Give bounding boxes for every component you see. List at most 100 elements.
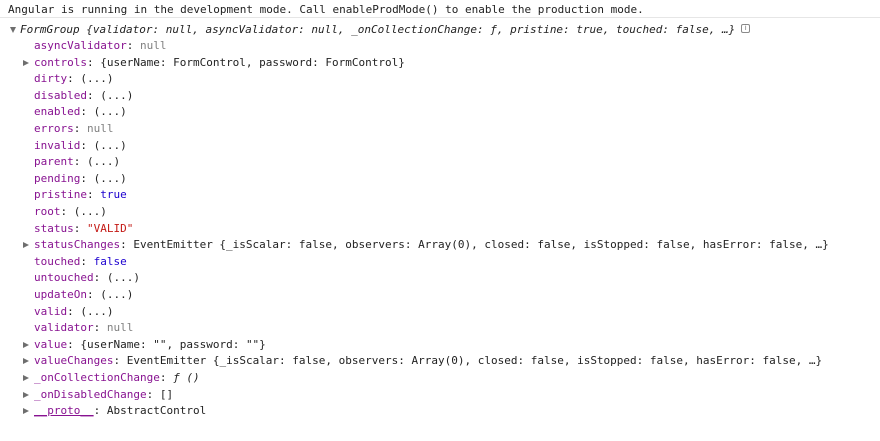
info-icon[interactable]: i <box>741 24 751 33</box>
property-line: pristine: true <box>34 188 127 201</box>
property-line: statusChanges: EventEmitter {_isScalar: … <box>34 238 829 251</box>
expand-triangle-icon[interactable] <box>23 408 29 415</box>
property-separator: : <box>93 404 107 418</box>
property-value: {userName: FormControl, password: FormCo… <box>100 55 405 69</box>
property-line: touched: false <box>34 255 127 268</box>
property-separator: : <box>73 155 87 169</box>
property-separator: : <box>73 221 87 235</box>
property-line: asyncValidator: null <box>34 39 166 52</box>
expand-triangle-icon[interactable] <box>23 59 29 66</box>
property-key: _onCollectionChange <box>34 371 160 384</box>
property-line: root: (...) <box>34 205 107 218</box>
property-separator: : <box>120 238 134 252</box>
property-line: disabled: (...) <box>34 89 133 102</box>
property-value: false <box>93 254 127 268</box>
property-key: _onDisabledChange <box>34 387 147 401</box>
property-line: errors: null <box>34 122 114 135</box>
property-separator: : <box>86 288 101 301</box>
property-line: _onDisabledChange: [] <box>34 388 173 401</box>
property-key: valid <box>34 304 68 318</box>
property-row-status: status: "VALID" <box>0 221 880 237</box>
property-line: valid: (...) <box>34 305 114 318</box>
expand-triangle-icon[interactable] <box>23 375 29 381</box>
property-row-value[interactable]: value: {userName: "", password: ""} <box>0 337 880 353</box>
property-row-oncollectionchange[interactable]: _onCollectionChange: ƒ () <box>0 370 880 386</box>
property-line: _onCollectionChange: ƒ () <box>34 371 200 384</box>
property-key: updateOn <box>34 288 87 301</box>
property-line: pending: (...) <box>34 172 127 185</box>
property-key: value <box>34 337 68 351</box>
property-separator: : <box>60 205 74 218</box>
property-value[interactable]: (...) <box>94 105 127 118</box>
property-row-validator: validator: null <box>0 320 880 336</box>
property-line: updateOn: (...) <box>34 288 133 301</box>
expand-triangle-icon[interactable] <box>23 242 29 249</box>
property-value: true <box>100 188 127 202</box>
console-panel: Angular is running in the development mo… <box>0 0 880 441</box>
property-value: null <box>106 321 134 335</box>
property-key: enabled <box>34 105 81 119</box>
property-row-proto[interactable]: __proto__: AbstractControl <box>0 403 880 419</box>
property-key: untouched <box>34 271 94 285</box>
property-key: __proto__ <box>34 404 94 418</box>
object-summary-row[interactable]: FormGroup {validator: null, asyncValidat… <box>0 21 880 38</box>
property-line: status: "VALID" <box>34 222 133 235</box>
property-separator: : <box>113 354 127 368</box>
property-separator: : <box>93 321 107 335</box>
property-value[interactable]: (...) <box>80 305 113 318</box>
property-value: ƒ () <box>173 371 200 384</box>
property-value[interactable]: (...) <box>80 72 113 85</box>
property-value[interactable]: (...) <box>94 172 127 185</box>
property-line: enabled: (...) <box>34 105 127 118</box>
property-separator: : <box>86 188 101 202</box>
property-separator: : <box>67 304 81 318</box>
property-separator: : <box>80 138 94 152</box>
property-row-pending: pending: (...) <box>0 171 880 187</box>
property-row-ondisabledchange[interactable]: _onDisabledChange: [] <box>0 387 880 403</box>
property-row-untouched: untouched: (...) <box>0 270 880 286</box>
property-value[interactable]: (...) <box>74 205 107 218</box>
property-separator: : <box>67 337 81 351</box>
property-separator: : <box>126 39 140 52</box>
property-key: disabled <box>34 88 87 102</box>
property-value: null <box>87 122 114 135</box>
property-value[interactable]: (...) <box>100 288 133 301</box>
property-row-valid: valid: (...) <box>0 304 880 320</box>
property-key: controls <box>34 55 87 69</box>
property-value[interactable]: (...) <box>94 139 127 152</box>
property-row-root: root: (...) <box>0 204 880 220</box>
property-value[interactable]: (...) <box>100 89 133 102</box>
property-line: value: {userName: "", password: ""} <box>34 338 266 351</box>
expand-triangle-icon[interactable] <box>23 358 29 365</box>
property-key: invalid <box>34 138 81 152</box>
property-separator: : <box>80 105 94 119</box>
property-key: asyncValidator <box>34 39 127 52</box>
property-row-disabled: disabled: (...) <box>0 88 880 104</box>
expand-triangle-icon[interactable] <box>23 391 29 398</box>
property-key: touched <box>34 254 81 268</box>
property-line: valueChanges: EventEmitter {_isScalar: f… <box>34 354 822 367</box>
property-value: EventEmitter {_isScalar: false, observer… <box>126 354 823 368</box>
property-value: EventEmitter {_isScalar: false, observer… <box>133 238 829 252</box>
object-class-name: FormGroup <box>20 23 80 36</box>
property-row-statuschanges[interactable]: statusChanges: EventEmitter {_isScalar: … <box>0 237 880 253</box>
property-key: root <box>34 205 61 218</box>
property-value[interactable]: (...) <box>107 271 140 284</box>
property-row-dirty: dirty: (...) <box>0 71 880 87</box>
console-message: Angular is running in the development mo… <box>0 0 880 18</box>
property-separator: : <box>93 271 107 285</box>
expand-triangle-icon[interactable] <box>10 27 16 33</box>
property-row-controls[interactable]: controls: {userName: FormControl, passwo… <box>0 55 880 71</box>
object-summary[interactable]: FormGroup {validator: null, asyncValidat… <box>20 23 735 36</box>
property-value: AbstractControl <box>106 404 207 418</box>
property-value[interactable]: (...) <box>87 155 120 168</box>
property-key: dirty <box>34 72 68 86</box>
expand-triangle-icon[interactable] <box>23 341 29 348</box>
property-row-touched: touched: false <box>0 254 880 270</box>
property-line: __proto__: AbstractControl <box>34 404 206 417</box>
property-row-updateon: updateOn: (...) <box>0 287 880 303</box>
property-row-valuechanges[interactable]: valueChanges: EventEmitter {_isScalar: f… <box>0 353 880 369</box>
property-separator: : <box>86 88 101 102</box>
property-row-parent: parent: (...) <box>0 154 880 170</box>
property-key: valueChanges <box>34 354 114 368</box>
